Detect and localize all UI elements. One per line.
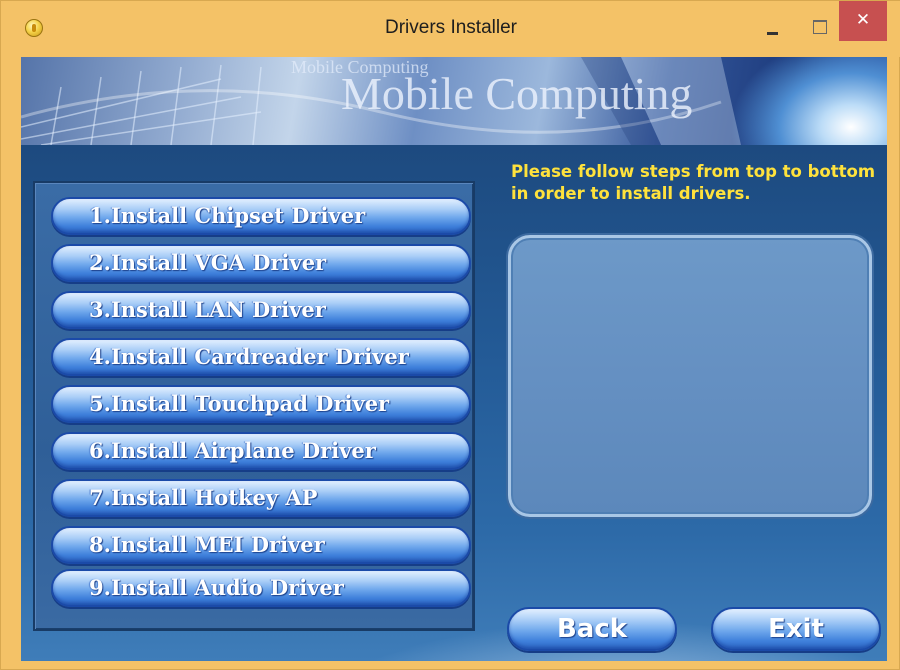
install-airplane-driver-button[interactable]: 6.Install Airplane Driver xyxy=(51,432,471,470)
install-touchpad-driver-button[interactable]: 5.Install Touchpad Driver xyxy=(51,385,471,423)
install-audio-driver-button[interactable]: 9.Install Audio Driver xyxy=(51,569,471,607)
instructions-text: Please follow steps from top to bottom i… xyxy=(511,162,876,203)
install-vga-driver-button[interactable]: 2.Install VGA Driver xyxy=(51,244,471,282)
install-hotkey-ap-button[interactable]: 7.Install Hotkey AP xyxy=(51,479,471,517)
install-cardreader-driver-button[interactable]: 4.Install Cardreader Driver xyxy=(51,338,471,376)
install-lan-driver-button[interactable]: 3.Install LAN Driver xyxy=(51,291,471,329)
driver-info-box xyxy=(508,235,872,517)
header-banner: Mobile Computing Mobile Computing xyxy=(21,57,887,145)
close-icon: ✕ xyxy=(855,10,871,30)
title-bar[interactable]: Drivers Installer ✕ xyxy=(1,1,900,57)
installer-window: Drivers Installer ✕ Mobile Computing Mob… xyxy=(0,0,900,670)
minimize-button[interactable] xyxy=(753,13,793,41)
banner-logo-text: Mobile Computing xyxy=(341,68,693,119)
exit-button[interactable]: Exit xyxy=(711,607,881,651)
main-panel: 1.Install Chipset Driver 2.Install VGA D… xyxy=(21,145,887,661)
close-button[interactable]: ✕ xyxy=(839,1,887,41)
install-mei-driver-button[interactable]: 8.Install MEI Driver xyxy=(51,526,471,564)
install-chipset-driver-button[interactable]: 1.Install Chipset Driver xyxy=(51,197,471,235)
maximize-button[interactable] xyxy=(800,13,840,41)
back-button[interactable]: Back xyxy=(507,607,677,651)
